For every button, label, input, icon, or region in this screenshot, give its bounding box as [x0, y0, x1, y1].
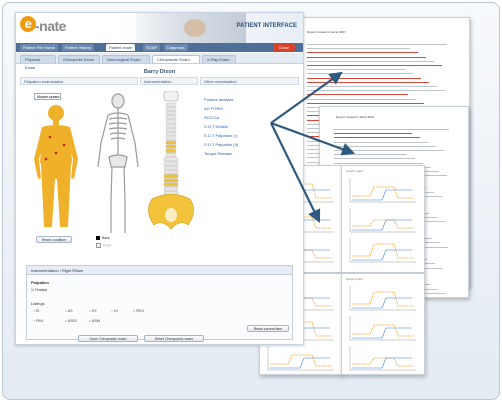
screenshot-frame: Report created in Excel 2007 Report crea…	[2, 2, 500, 400]
arrows-overlay	[270, 71, 356, 223]
